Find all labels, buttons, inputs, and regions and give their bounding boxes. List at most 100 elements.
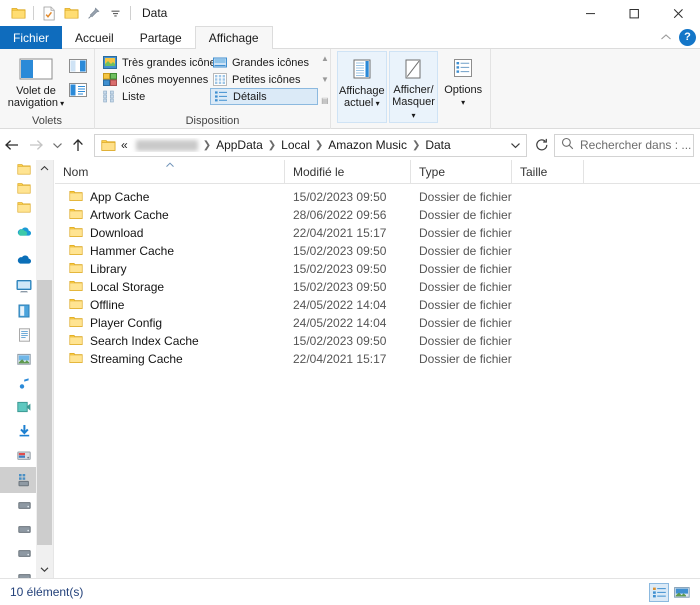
scroll-down-arrow-icon[interactable] bbox=[36, 561, 53, 578]
preview-pane-button[interactable] bbox=[67, 55, 89, 77]
nav-item-onedrive-business[interactable] bbox=[0, 245, 38, 273]
nav-item-quick-access-folder[interactable] bbox=[0, 160, 38, 179]
new-folder-icon[interactable] bbox=[61, 3, 81, 23]
show-hide-label-1: Afficher/ bbox=[393, 84, 434, 96]
navigation-pane-scroll-thumb[interactable] bbox=[37, 280, 52, 545]
table-row[interactable]: Offline 24/05/2022 14:04 Dossier de fich… bbox=[55, 296, 700, 314]
folder-icon[interactable] bbox=[8, 3, 28, 23]
nav-item-documents[interactable] bbox=[0, 323, 38, 347]
tab-accueil[interactable]: Accueil bbox=[62, 26, 127, 49]
help-button[interactable]: ? bbox=[679, 29, 696, 46]
folder-icon bbox=[69, 208, 83, 223]
show-hide-button[interactable]: Afficher/ Masquer ▾ bbox=[388, 51, 439, 123]
row-name-text: App Cache bbox=[90, 190, 150, 204]
tab-affichage[interactable]: Affichage bbox=[194, 26, 273, 50]
nav-item-drive-c[interactable] bbox=[0, 443, 38, 467]
layout-option-tres-grandes-icones[interactable]: Très grandes icônes bbox=[100, 54, 221, 71]
breadcrumb-appdata[interactable]: AppData bbox=[212, 138, 267, 152]
tab-fichier[interactable]: Fichier bbox=[0, 26, 63, 49]
customize-qat-chevron-icon[interactable] bbox=[105, 3, 125, 23]
search-input[interactable]: Rechercher dans : ... bbox=[554, 133, 694, 157]
nav-item-desktop[interactable] bbox=[0, 299, 38, 323]
layout-option-petites-icones[interactable]: Petites icônes bbox=[210, 71, 318, 88]
layout-option-liste[interactable]: Liste bbox=[100, 88, 208, 105]
nav-item-onedrive-personal[interactable] bbox=[0, 217, 38, 245]
navigation-pane-scrollbar[interactable] bbox=[36, 160, 53, 578]
column-header-nom[interactable]: Nom bbox=[55, 160, 285, 183]
up-button[interactable] bbox=[66, 133, 90, 157]
pictures-icon bbox=[16, 351, 32, 367]
table-row[interactable]: Library 15/02/2023 09:50 Dossier de fich… bbox=[55, 260, 700, 278]
back-button[interactable] bbox=[0, 133, 24, 157]
row-modified-cell: 15/02/2023 09:50 bbox=[293, 280, 387, 294]
table-row[interactable]: Search Index Cache 15/02/2023 09:50 Doss… bbox=[55, 332, 700, 350]
collapse-ribbon-chevron-icon[interactable] bbox=[657, 29, 675, 47]
tab-partage[interactable]: Partage bbox=[127, 26, 195, 49]
table-row[interactable]: Artwork Cache 28/06/2022 09:56 Dossier d… bbox=[55, 206, 700, 224]
column-header-modifie-le[interactable]: Modifié le bbox=[285, 160, 411, 183]
ribbon-group-disposition: Très grandes icônes Grandes icônes Icône… bbox=[95, 49, 331, 129]
row-modified-cell: 15/02/2023 09:50 bbox=[293, 334, 387, 348]
nav-item-drive-3[interactable] bbox=[0, 541, 38, 565]
gallery-scroll-down-icon[interactable]: ▼ bbox=[321, 76, 329, 84]
gallery-scrollbar[interactable]: ▲ ▼ ▤ bbox=[321, 54, 329, 106]
close-button[interactable] bbox=[656, 0, 700, 26]
maximize-button[interactable] bbox=[612, 0, 656, 26]
downloads-icon bbox=[16, 423, 32, 439]
table-row[interactable]: Download 22/04/2021 15:17 Dossier de fic… bbox=[55, 224, 700, 242]
breadcrumb-data[interactable]: Data bbox=[421, 138, 454, 152]
nav-item-drive-2[interactable] bbox=[0, 517, 38, 541]
gallery-expand-icon[interactable]: ▤ bbox=[321, 97, 329, 105]
scroll-up-arrow-icon[interactable] bbox=[36, 160, 53, 177]
properties-icon[interactable] bbox=[39, 3, 59, 23]
layout-gallery: Très grandes icônes Grandes icônes Icône… bbox=[100, 54, 318, 105]
nav-item-drive-4[interactable] bbox=[0, 565, 38, 578]
details-view-button[interactable] bbox=[649, 583, 669, 602]
nav-item-drive-1[interactable] bbox=[0, 493, 38, 517]
address-bar[interactable]: « ❯ AppData ❯ Local ❯ Amazon Music ❯ Dat… bbox=[94, 133, 527, 157]
nav-item-music[interactable] bbox=[0, 371, 38, 395]
layout-option-icones-moyennes[interactable]: Icônes moyennes bbox=[100, 71, 208, 88]
forward-button[interactable] bbox=[24, 133, 48, 157]
nav-item-pictures[interactable] bbox=[0, 347, 38, 371]
layout-option-label: Petites icônes bbox=[232, 73, 301, 86]
nav-item-this-pc[interactable] bbox=[0, 273, 38, 299]
column-header-modifie-le-label: Modifié le bbox=[293, 164, 345, 179]
large-icons-view-button[interactable] bbox=[672, 583, 692, 602]
table-row[interactable]: Streaming Cache 22/04/2021 15:17 Dossier… bbox=[55, 350, 700, 368]
ribbon-group-current-view-label bbox=[331, 123, 490, 129]
gallery-scroll-up-icon[interactable]: ▲ bbox=[321, 55, 329, 63]
column-header-type[interactable]: Type bbox=[411, 160, 512, 183]
breadcrumb-overflow[interactable]: « bbox=[117, 138, 132, 152]
details-pane-button[interactable] bbox=[67, 79, 89, 101]
pin-icon[interactable] bbox=[83, 3, 103, 23]
navigation-pane-button[interactable]: Volet de navigation ▾ bbox=[5, 52, 67, 110]
breadcrumb-amazon-music[interactable]: Amazon Music bbox=[324, 138, 411, 152]
column-header-filler bbox=[584, 160, 700, 183]
drive-icon bbox=[16, 569, 32, 578]
tab-affichage-label: Affichage bbox=[208, 31, 259, 45]
search-placeholder: Rechercher dans : ... bbox=[580, 138, 692, 152]
breadcrumb-local[interactable]: Local bbox=[277, 138, 314, 152]
nav-item-videos[interactable] bbox=[0, 395, 38, 419]
nav-item-folder-2[interactable] bbox=[0, 179, 38, 198]
column-header-taille[interactable]: Taille bbox=[512, 160, 584, 183]
row-type-cell: Dossier de fichiers bbox=[419, 316, 512, 330]
row-name-text: Local Storage bbox=[90, 280, 165, 294]
table-row[interactable]: Hammer Cache 15/02/2023 09:50 Dossier de… bbox=[55, 242, 700, 260]
table-row[interactable]: Player Config 24/05/2022 14:04 Dossier d… bbox=[55, 314, 700, 332]
minimize-button[interactable] bbox=[568, 0, 612, 26]
nav-item-downloads[interactable] bbox=[0, 419, 38, 443]
breadcrumb-redacted-username[interactable] bbox=[135, 139, 198, 151]
table-row[interactable]: Local Storage 15/02/2023 09:50 Dossier d… bbox=[55, 278, 700, 296]
layout-option-details[interactable]: Détails bbox=[210, 88, 318, 105]
address-dropdown-chevron-icon[interactable] bbox=[506, 141, 524, 150]
nav-item-folder-3[interactable] bbox=[0, 198, 38, 217]
recent-locations-button[interactable] bbox=[48, 133, 66, 157]
layout-option-grandes-icones[interactable]: Grandes icônes bbox=[210, 54, 318, 71]
current-view-button[interactable]: Affichage actuel ▾ bbox=[337, 51, 387, 123]
nav-item-network-drive[interactable] bbox=[0, 467, 38, 493]
refresh-button[interactable] bbox=[530, 134, 554, 157]
table-row[interactable]: App Cache 15/02/2023 09:50 Dossier de fi… bbox=[55, 188, 700, 206]
options-button[interactable]: Options ▾ bbox=[440, 51, 486, 109]
